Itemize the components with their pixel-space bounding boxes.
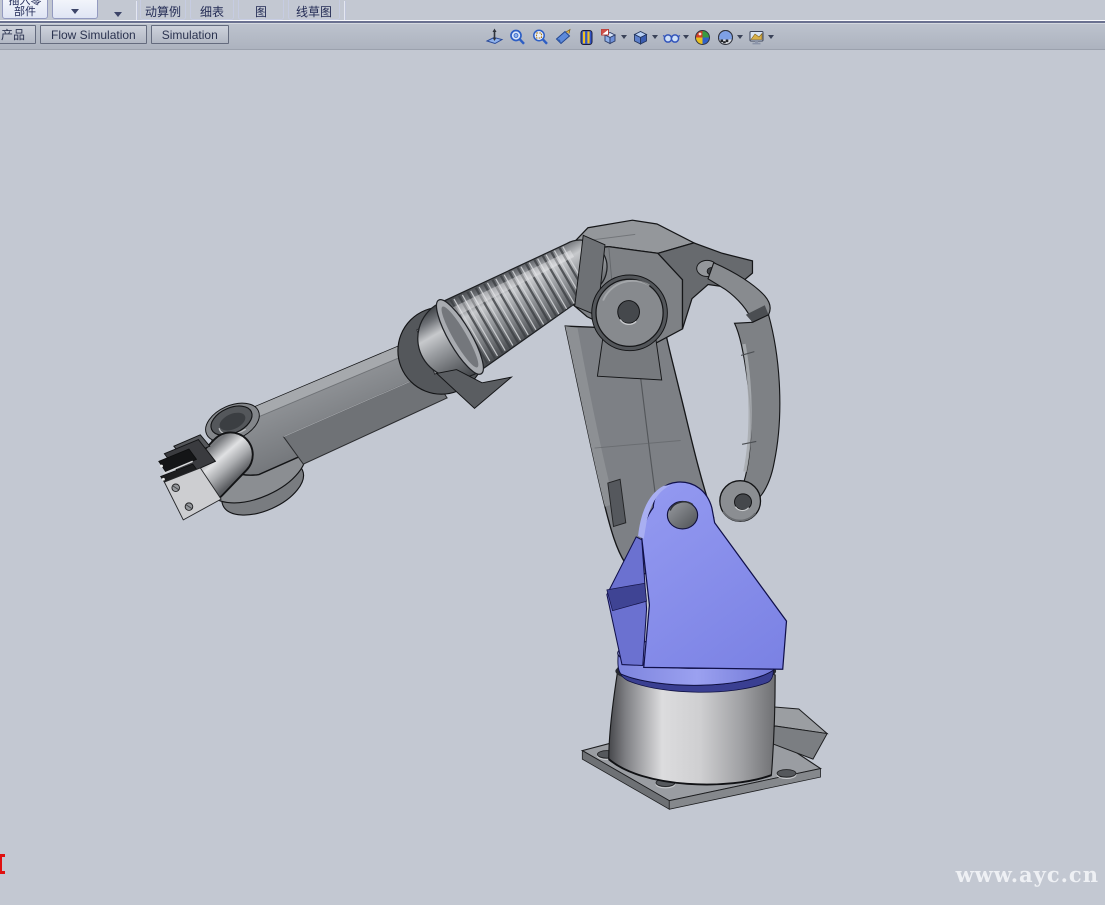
- command-button-bom[interactable]: 细表: [190, 0, 234, 20]
- section-view-icon[interactable]: [576, 27, 597, 47]
- dropdown-arrow-icon: [768, 35, 774, 39]
- view-settings-icon[interactable]: [746, 27, 775, 47]
- apply-scene-icon[interactable]: [715, 27, 744, 47]
- tab-flow-simulation[interactable]: Flow Simulation: [40, 25, 147, 44]
- tab-group: 产品 Flow Simulation Simulation: [0, 25, 229, 44]
- dropdown-arrow-icon: [652, 35, 658, 39]
- insert-component-button[interactable]: 插入零 部件: [2, 0, 48, 19]
- tab-simulation[interactable]: Simulation: [151, 25, 229, 44]
- normal-to-icon[interactable]: [484, 27, 505, 47]
- heads-up-view-toolbar: [484, 27, 775, 47]
- command-label: 线草图: [296, 5, 332, 19]
- command-manager-row: 插入零 部件 动算例 细表 图 线草图: [0, 0, 1105, 23]
- robot-linkage-rod[interactable]: [708, 263, 780, 503]
- toolbar-separator: [136, 1, 138, 20]
- dropdown-arrow-icon: [114, 12, 122, 17]
- tab-label: 产品: [1, 26, 25, 43]
- zoom-to-area-icon[interactable]: [530, 27, 551, 47]
- viewport[interactable]: www.ayc.cn: [0, 49, 1105, 899]
- toolbar-separator: [344, 1, 346, 20]
- edit-appearance-icon[interactable]: [692, 27, 713, 47]
- graphics-area[interactable]: [0, 50, 1105, 900]
- insert-component-label-line2: 部件: [14, 7, 36, 18]
- view-orientation-icon[interactable]: [599, 27, 628, 47]
- red-axis-marker: [0, 854, 6, 874]
- command-button-motion-study[interactable]: 动算例: [140, 0, 186, 20]
- watermark: www.ayc.cn: [956, 862, 1099, 887]
- hide-show-items-icon[interactable]: [661, 27, 690, 47]
- tab-label: Simulation: [162, 28, 218, 42]
- robot-linkage-boss[interactable]: [720, 481, 761, 522]
- display-style-icon[interactable]: [630, 27, 659, 47]
- zoom-to-fit-icon[interactable]: [507, 27, 528, 47]
- dropdown-arrow-icon: [71, 9, 79, 14]
- command-label: 细表: [200, 5, 224, 19]
- dropdown-arrow-icon: [683, 35, 689, 39]
- tab-label: Flow Simulation: [51, 28, 136, 42]
- command-button-explode-line-sketch[interactable]: 线草图: [288, 0, 340, 20]
- dropdown-arrow-icon: [621, 35, 627, 39]
- tab-office-products[interactable]: 产品: [0, 25, 36, 44]
- command-dropdown-button-1[interactable]: [52, 0, 98, 19]
- robot-elbow-clevis[interactable]: [592, 275, 668, 380]
- command-tab-strip: 产品 Flow Simulation Simulation: [0, 23, 1105, 49]
- command-label: 图: [255, 5, 267, 19]
- previous-view-icon[interactable]: [553, 27, 574, 47]
- dropdown-arrow-icon: [737, 35, 743, 39]
- command-dropdown-button-2[interactable]: [104, 0, 132, 21]
- command-label: 动算例: [145, 5, 181, 19]
- command-button-exploded-view[interactable]: 图: [238, 0, 284, 20]
